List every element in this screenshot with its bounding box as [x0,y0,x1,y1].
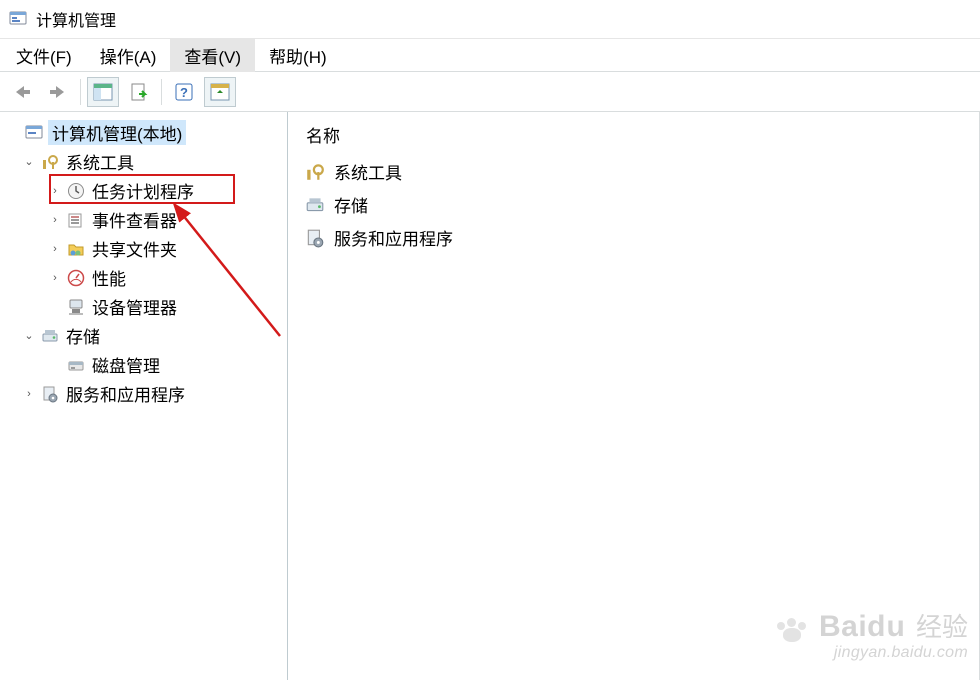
tree-task-scheduler-label: 任务计划程序 [90,178,196,203]
expand-icon[interactable]: › [48,184,62,198]
menubar: 文件(F) 操作(A) 查看(V) 帮助(H) [0,38,980,72]
tree-event-viewer[interactable]: › 事件查看器 [4,205,285,234]
forward-button[interactable] [42,77,74,107]
shared-folder-icon [66,239,86,259]
tree-disk-management-label: 磁盘管理 [90,352,162,377]
tree-storage[interactable]: ⌄ 存储 [4,321,285,350]
app-icon [8,9,28,29]
tree-performance[interactable]: › 性能 [4,263,285,292]
tree-device-manager[interactable]: › 设备管理器 [4,292,285,321]
expand-icon[interactable]: › [48,242,62,256]
storage-icon [304,194,326,216]
menu-help[interactable]: 帮助(H) [255,39,341,72]
tree-shared-folders-label: 共享文件夹 [90,236,179,261]
menu-file[interactable]: 文件(F) [2,39,86,72]
expand-icon[interactable]: › [48,271,62,285]
performance-icon [66,268,86,288]
device-icon [66,297,86,317]
tree-performance-label: 性能 [90,265,128,290]
tree-root[interactable]: ▾ 计算机管理(本地) [4,118,285,147]
services-icon [304,227,326,249]
export-button[interactable] [123,77,155,107]
menu-view[interactable]: 查看(V) [170,39,255,72]
tree-system-tools[interactable]: ⌄ 系统工具 [4,147,285,176]
event-icon [66,210,86,230]
list-item-storage[interactable]: 存储 [296,188,975,221]
window-title: 计算机管理 [36,7,116,31]
show-hide-tree-button[interactable] [87,77,119,107]
titlebar: 计算机管理 [0,0,980,38]
tree-system-tools-label: 系统工具 [64,149,136,174]
content-area: ▾ 计算机管理(本地) ⌄ 系统工具 [0,112,980,680]
tree-services-apps[interactable]: › 服务和应用程序 [4,379,285,408]
clock-icon [66,181,86,201]
menu-action[interactable]: 操作(A) [86,39,171,72]
list-item-label: 系统工具 [334,159,402,184]
storage-icon [40,326,60,346]
tree-storage-label: 存储 [64,323,102,348]
list-item-services-apps[interactable]: 服务和应用程序 [296,221,975,254]
tree-task-scheduler[interactable]: › 任务计划程序 [4,176,285,205]
tree-device-manager-label: 设备管理器 [90,294,179,319]
disk-icon [66,355,86,375]
tree-services-apps-label: 服务和应用程序 [64,381,187,406]
tools-icon [304,161,326,183]
list-column-name[interactable]: 名称 [296,118,975,155]
expand-icon[interactable]: › [48,213,62,227]
help-button[interactable]: ? [168,77,200,107]
services-icon [40,384,60,404]
collapse-icon[interactable]: ⌄ [22,155,36,169]
tree-pane[interactable]: ▾ 计算机管理(本地) ⌄ 系统工具 [0,112,288,680]
svg-text:?: ? [180,85,188,100]
tree-shared-folders[interactable]: › 共享文件夹 [4,234,285,263]
list-pane[interactable]: 名称 系统工具 存储 服务和应用程序 [288,112,980,680]
tools-icon [40,152,60,172]
properties-button[interactable] [204,77,236,107]
toolbar: ? [0,72,980,112]
tree-disk-management[interactable]: › 磁盘管理 [4,350,285,379]
list-item-label: 存储 [334,192,368,217]
computer-icon [24,123,44,143]
list-item-label: 服务和应用程序 [334,225,453,250]
tree-root-label: 计算机管理(本地) [48,120,186,145]
toolbar-separator [80,79,81,105]
tree-event-viewer-label: 事件查看器 [90,207,179,232]
toolbar-separator [161,79,162,105]
collapse-icon[interactable]: ⌄ [22,329,36,343]
expand-icon[interactable]: › [22,387,36,401]
list-item-system-tools[interactable]: 系统工具 [296,155,975,188]
back-button[interactable] [6,77,38,107]
